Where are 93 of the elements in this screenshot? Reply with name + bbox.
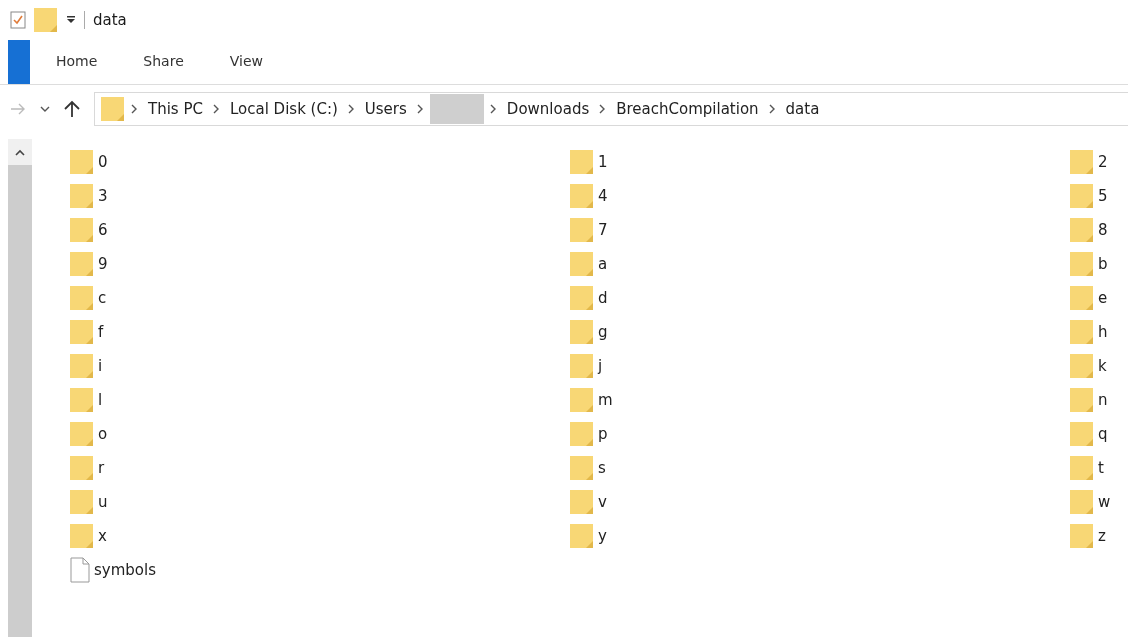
file-name[interactable]: 4 — [598, 187, 608, 205]
folder-icon — [570, 421, 594, 447]
window-title: data — [93, 11, 127, 29]
file-name[interactable]: i — [98, 357, 103, 375]
folder-icon — [570, 183, 594, 209]
folder-icon — [1070, 523, 1094, 549]
breadcrumb[interactable]: Users — [360, 100, 411, 118]
breadcrumb[interactable]: BreachCompilation — [612, 100, 763, 118]
folder-icon — [70, 353, 94, 379]
folder-icon — [570, 455, 594, 481]
folder-icon — [570, 285, 594, 311]
file-name[interactable]: 6 — [98, 221, 108, 239]
folder-icon — [1070, 251, 1094, 277]
ribbon-tab[interactable]: View — [229, 49, 263, 75]
breadcrumb[interactable]: This PC — [144, 100, 207, 118]
file-name[interactable]: s — [598, 459, 606, 477]
caret-icon[interactable] — [40, 105, 50, 113]
folder-icon — [570, 217, 594, 243]
redacted-block — [429, 94, 484, 124]
folder-icon — [570, 149, 594, 175]
address-bar[interactable]: This PC Local Disk (C:) Users Downloads BreachCompilation data — [94, 92, 1128, 126]
ribbon-tab[interactable]: Home — [56, 49, 98, 75]
folder-icon — [70, 523, 94, 549]
folder-icon — [1070, 387, 1094, 413]
file-name[interactable]: 2 — [1098, 153, 1108, 171]
file-name[interactable]: q — [1098, 425, 1108, 443]
folder-icon — [70, 421, 94, 447]
file-name[interactable]: r — [98, 459, 105, 477]
folder-icon — [1070, 285, 1094, 311]
checklist-icon — [10, 11, 26, 29]
folder-icon — [1070, 319, 1094, 345]
file-name[interactable]: b — [1098, 255, 1108, 273]
folder-icon — [570, 353, 594, 379]
folder-icon — [570, 387, 594, 413]
file-name[interactable]: h — [1098, 323, 1108, 341]
folder-icon — [70, 149, 94, 175]
file-name[interactable]: n — [1098, 391, 1108, 409]
breadcrumb[interactable]: Local Disk (C:) — [225, 100, 342, 118]
dropdown-icon[interactable] — [66, 15, 76, 25]
ribbon-tab[interactable]: Share — [143, 49, 184, 75]
file-name[interactable]: w — [1098, 493, 1111, 511]
file-name[interactable]: z — [1098, 527, 1106, 545]
file-name[interactable]: t — [1098, 459, 1104, 477]
folder-icon — [570, 523, 594, 549]
folder-icon — [70, 455, 94, 481]
file-name[interactable]: v — [598, 493, 607, 511]
folder-icon — [70, 489, 94, 515]
folder-icon — [70, 251, 94, 277]
folder-icon — [34, 7, 58, 33]
file-icon — [70, 557, 90, 583]
file-name[interactable]: y — [598, 527, 607, 545]
folder-icon — [570, 489, 594, 515]
file-name[interactable]: a — [598, 255, 608, 273]
folder-icon — [1070, 489, 1094, 515]
folder-icon — [570, 319, 594, 345]
file-name[interactable]: 8 — [1098, 221, 1108, 239]
folder-icon — [70, 319, 94, 345]
folder-icon — [1070, 421, 1094, 447]
file-name[interactable]: o — [98, 425, 108, 443]
breadcrumb[interactable]: data — [781, 100, 824, 118]
file-name[interactable]: g — [598, 323, 608, 341]
folder-icon — [1070, 353, 1094, 379]
breadcrumb[interactable]: Downloads — [502, 100, 594, 118]
scroll-up-icon[interactable] — [15, 148, 25, 156]
folder-icon — [70, 285, 94, 311]
file-name[interactable]: symbols — [94, 561, 156, 579]
folder-icon — [570, 251, 594, 277]
file-name[interactable]: e — [1098, 289, 1108, 307]
folder-icon — [70, 217, 94, 243]
folder-icon — [1070, 217, 1094, 243]
file-name[interactable]: j — [598, 357, 603, 375]
file-name[interactable]: f — [98, 323, 104, 341]
file-name[interactable]: l — [98, 391, 103, 409]
file-name[interactable]: p — [598, 425, 608, 443]
file-name[interactable]: 7 — [598, 221, 608, 239]
up-arrow-icon[interactable] — [64, 100, 80, 118]
file-name[interactable]: 3 — [98, 187, 108, 205]
file-name[interactable]: c — [98, 289, 107, 307]
folder-icon — [1070, 149, 1094, 175]
file-name[interactable]: k — [1098, 357, 1107, 375]
file-name[interactable]: m — [598, 391, 613, 409]
file-name[interactable]: d — [598, 289, 608, 307]
folder-icon — [70, 387, 94, 413]
file-name[interactable]: 5 — [1098, 187, 1108, 205]
folder-icon — [1070, 183, 1094, 209]
folder-icon — [1070, 455, 1094, 481]
file-name[interactable]: 0 — [98, 153, 108, 171]
folder-icon — [70, 183, 94, 209]
file-name[interactable]: 1 — [598, 153, 608, 171]
file-name[interactable]: x — [98, 527, 107, 545]
folder-icon — [101, 96, 125, 122]
file-name[interactable]: 9 — [98, 255, 108, 273]
file-name[interactable]: u — [98, 493, 108, 511]
